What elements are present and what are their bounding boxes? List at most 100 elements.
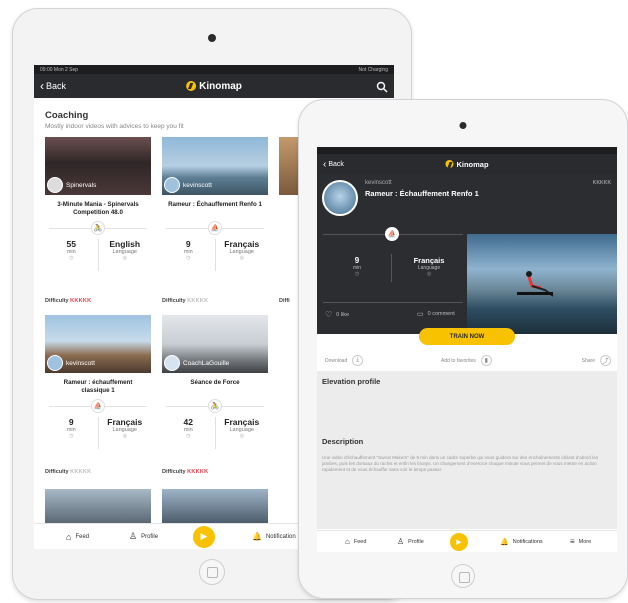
kinomap-logo-icon	[445, 160, 454, 168]
tab-feed-label: Feed	[75, 533, 90, 540]
tab-more[interactable]: ≡ More	[570, 537, 591, 546]
difficulty-label: Difficulty	[162, 298, 186, 304]
share-label: Share	[581, 357, 595, 364]
search-icon[interactable]	[376, 80, 388, 93]
video-card[interactable]: kevinscott Rameur : échauffement classiq…	[45, 315, 151, 473]
language-value: Français	[107, 417, 143, 427]
language-value: Français	[224, 239, 260, 249]
section-subtitle: Mostly indoor videos with advices to kee…	[45, 123, 184, 130]
tab-profile[interactable]: ♙ Profile	[397, 537, 424, 546]
video-thumbnail: Spinervals	[45, 137, 151, 195]
tab-notifications[interactable]: 🔔 Notifications	[500, 538, 543, 546]
bike-icon: 🚴	[91, 221, 105, 235]
tab-feed[interactable]: ⌂ Feed	[66, 532, 89, 542]
download-button[interactable]: Download ⤓	[325, 355, 364, 366]
status-bar	[317, 147, 617, 154]
tab-feed[interactable]: ⌂ Feed	[345, 537, 366, 546]
author-name: kevinscott	[66, 359, 95, 367]
stat-divider	[391, 254, 392, 282]
description-title: Description	[322, 437, 364, 446]
rower-icon: ⛵	[91, 399, 105, 413]
person-icon: ♙	[129, 531, 138, 541]
difficulty-label: Difficulty	[45, 298, 69, 304]
activity-type: 🚴	[162, 397, 268, 415]
favorites-button[interactable]: Add to favorites ▮	[441, 355, 492, 366]
activity-type: 🚴	[45, 219, 151, 237]
clock-icon: ◷	[69, 255, 74, 261]
difficulty-label: Difficulty	[162, 469, 186, 475]
difficulty-marks: KKKKK	[592, 180, 611, 186]
chevron-left-icon: ‹	[323, 158, 327, 170]
video-title: Rameur : Échauffement Renfo 1	[168, 201, 262, 208]
stat-language: Français Language ◎	[405, 256, 453, 277]
video-stats: 9 min ◷ Français Language ◎	[45, 417, 151, 449]
tab-notifications-label: Notification	[265, 533, 296, 540]
globe-icon: ◎	[122, 255, 127, 261]
video-card[interactable]: Spinervals 3-Minute Mania - Spinervals C…	[45, 137, 151, 295]
difficulty-marks: KKKKK	[187, 298, 209, 304]
front-tablet-home-button[interactable]	[451, 564, 475, 588]
share-button[interactable]: Share ⤴	[582, 355, 611, 366]
action-row: Download ⤓ Add to favorites ▮ Share ⤴	[317, 351, 617, 371]
share-icon: ⤴	[600, 355, 611, 366]
front-tablet-screen: ‹ Back Kinomap kevinscott Rameur : Échau…	[317, 147, 617, 552]
back-tablet-camera	[208, 34, 216, 42]
video-card[interactable]: CoachLaGouille Séance de Force 🚴 42 min ◷ …	[162, 315, 268, 473]
activity-type: ⛵	[45, 397, 151, 415]
description-text: Une vidéo d'échauffement "Sweat Makers" …	[322, 455, 599, 473]
tab-profile[interactable]: ♙ Profile	[129, 531, 158, 542]
avatar	[47, 355, 63, 371]
difficulty-marks: KKKKK	[70, 469, 92, 475]
nav-bar: ‹ Back Kinomap	[34, 74, 394, 98]
train-now-button[interactable]: TRAIN NOW	[419, 328, 515, 345]
author-avatar[interactable]	[322, 180, 358, 216]
video-title: Séance de Force	[190, 379, 240, 386]
video-preview[interactable]	[467, 234, 617, 334]
author-tag: Spinervals	[47, 177, 96, 193]
video-card[interactable]: kevinscott Rameur : Échauffement Renfo 1…	[162, 137, 268, 295]
video-stats: 42 min ◷ Français Language ◎	[162, 417, 268, 449]
play-button[interactable]: ▶	[193, 525, 215, 548]
video-stats: 9 min ◷ Français Language ◎	[162, 239, 268, 271]
avatar	[164, 177, 180, 193]
clock-icon: ◷	[354, 271, 360, 277]
duration-value: 9	[68, 417, 74, 427]
stat-duration: 9 min ◷	[337, 256, 377, 277]
difficulty-marks: KKKKK	[70, 298, 92, 304]
comment-button[interactable]: ▭ 0 comment	[417, 310, 455, 318]
globe-icon: ◎	[239, 255, 244, 261]
author-name: Spinervals	[66, 181, 97, 189]
avatar	[47, 177, 63, 193]
avatar	[164, 355, 180, 371]
clock-icon: ◷	[69, 433, 74, 439]
heart-icon: ♡	[325, 310, 333, 319]
details-panel: Elevation profile Description Une vidéo …	[317, 371, 617, 529]
tab-notifications[interactable]: 🔔 Notification	[252, 532, 296, 541]
elevation-title: Elevation profile	[322, 377, 381, 386]
back-tablet-home-button[interactable]	[199, 559, 225, 585]
globe-icon: ◎	[239, 433, 244, 439]
like-button[interactable]: ♡ 0 like	[325, 310, 349, 319]
difficulty: Difficulty KKKKK	[45, 298, 91, 304]
difficulty: Difficulty KKKKK	[162, 298, 208, 304]
back-button[interactable]: ‹ Back	[323, 159, 344, 170]
kinomap-logo: Kinomap	[186, 81, 242, 92]
tab-profile-label: Profile	[408, 538, 424, 545]
video-header: kevinscott Rameur : Échauffement Renfo 1…	[317, 174, 617, 334]
play-button[interactable]: ▶	[450, 532, 468, 551]
likes-count: 0 like	[336, 311, 350, 318]
front-tablet: ‹ Back Kinomap kevinscott Rameur : Échau…	[298, 99, 628, 599]
author-name: CoachLaGouille	[183, 359, 230, 367]
bookmark-icon: ▮	[480, 355, 492, 366]
globe-icon: ◎	[122, 433, 127, 439]
front-tablet-camera	[459, 122, 467, 129]
back-button[interactable]: ‹ Back	[40, 79, 66, 93]
rower-icon: ⛵	[208, 221, 222, 235]
logo-text: Kinomap	[456, 159, 489, 169]
author-tag: CoachLaGouille	[164, 355, 229, 371]
difficulty: Difficulty KKKKK	[45, 469, 91, 475]
author-tag: kevinscott	[164, 177, 212, 193]
duration-value: 9	[185, 239, 191, 249]
video-stats: 55 min ◷ English Language ◎	[45, 239, 151, 271]
video-title: 3-Minute Mania - Spinervals Competition …	[57, 201, 139, 216]
